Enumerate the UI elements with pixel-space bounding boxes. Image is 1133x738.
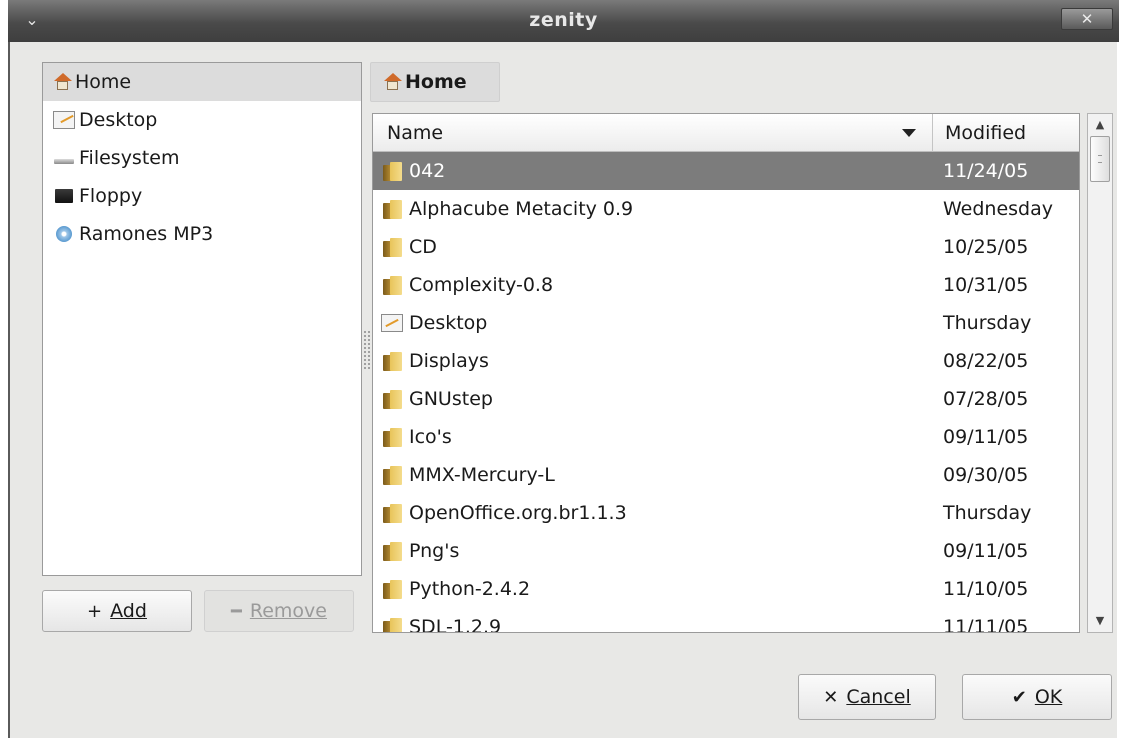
column-header-label: Name — [387, 121, 444, 144]
folder-icon — [381, 275, 403, 295]
checkmark-icon: ✔ — [1011, 686, 1027, 708]
file-name: Png's — [409, 540, 460, 562]
place-item-label: Ramones MP3 — [79, 223, 214, 245]
minus-icon: ━ — [231, 600, 242, 622]
desktop-icon — [381, 314, 403, 332]
file-row[interactable]: GNUstep 07/28/05 — [373, 380, 1079, 418]
plus-icon: + — [87, 600, 103, 622]
folder-icon — [381, 579, 403, 599]
title-bar[interactable]: ⌄ zenity ✕ — [8, 0, 1119, 42]
place-item-label: Floppy — [79, 185, 143, 207]
file-row[interactable]: SDL-1.2.9 11/11/05 — [373, 608, 1079, 633]
file-row[interactable]: Displays 08/22/05 — [373, 342, 1079, 380]
file-name: Ico's — [409, 426, 452, 448]
place-item-label: Home — [75, 71, 132, 93]
place-item-label: Filesystem — [79, 147, 180, 169]
column-header-modified[interactable]: Modified — [933, 114, 1079, 152]
file-name: Displays — [409, 350, 489, 372]
cancel-label: Cancel — [846, 686, 911, 708]
file-list-scrollbar[interactable]: ▲ ▼ — [1087, 113, 1113, 633]
file-name: GNUstep — [409, 388, 493, 410]
file-row[interactable]: Desktop Thursday — [373, 304, 1079, 342]
scroll-down-icon[interactable]: ▼ — [1088, 610, 1112, 632]
file-modified: Wednesday — [943, 198, 1054, 220]
file-modified: 07/28/05 — [943, 388, 1029, 410]
add-place-button[interactable]: + Add — [42, 590, 192, 632]
file-name: Python-2.4.2 — [409, 578, 531, 600]
file-name: 042 — [409, 160, 446, 182]
remove-label: Remove — [249, 600, 327, 622]
file-modified: Thursday — [943, 312, 1032, 334]
folder-icon — [381, 541, 403, 561]
file-modified: 09/30/05 — [943, 464, 1029, 486]
file-name: Complexity-0.8 — [409, 274, 554, 296]
sort-descending-icon — [902, 129, 916, 137]
file-modified: 11/24/05 — [943, 160, 1029, 182]
file-chooser-dialog: ⌄ zenity ✕ Home Desktop Filesystem Flopp… — [8, 0, 1119, 738]
file-name: MMX-Mercury-L — [409, 464, 555, 486]
file-row[interactable]: Complexity-0.8 10/31/05 — [373, 266, 1079, 304]
column-header-label: Modified — [945, 121, 1027, 144]
cdrom-icon — [53, 225, 75, 243]
file-row[interactable]: Alphacube Metacity 0.9 Wednesday — [373, 190, 1079, 228]
place-item-home[interactable]: Home — [43, 63, 361, 101]
place-item-filesystem[interactable]: Filesystem — [43, 139, 361, 177]
path-button-home[interactable]: Home — [370, 62, 500, 102]
file-modified: 09/11/05 — [943, 426, 1029, 448]
floppy-icon — [53, 187, 75, 205]
file-modified: 10/25/05 — [943, 236, 1029, 258]
place-item-ramones-mp3[interactable]: Ramones MP3 — [43, 215, 361, 253]
file-row[interactable]: OpenOffice.org.br1.1.3 Thursday — [373, 494, 1079, 532]
file-name: SDL-1.2.9 — [409, 616, 502, 633]
scrollbar-thumb[interactable] — [1090, 136, 1110, 182]
path-button-label: Home — [405, 71, 467, 93]
cancel-button[interactable]: ✕ Cancel — [798, 674, 936, 720]
file-modified: 11/11/05 — [943, 616, 1029, 633]
column-header-name[interactable]: Name — [373, 114, 933, 152]
file-row[interactable]: MMX-Mercury-L 09/30/05 — [373, 456, 1079, 494]
file-row[interactable]: Python-2.4.2 11/10/05 — [373, 570, 1079, 608]
file-row[interactable]: Ico's 09/11/05 — [373, 418, 1079, 456]
file-modified: 11/10/05 — [943, 578, 1029, 600]
close-icon[interactable]: ✕ — [1061, 8, 1113, 30]
place-item-floppy[interactable]: Floppy — [43, 177, 361, 215]
file-modified: 09/11/05 — [943, 540, 1029, 562]
ok-label: OK — [1034, 686, 1063, 708]
folder-icon — [381, 161, 403, 181]
desktop-icon — [53, 111, 75, 129]
remove-place-button[interactable]: ━ Remove — [204, 590, 354, 632]
folder-icon — [381, 503, 403, 523]
window-title: zenity — [529, 9, 598, 31]
file-row[interactable]: CD 10/25/05 — [373, 228, 1079, 266]
file-name: Alphacube Metacity 0.9 — [409, 198, 634, 220]
folder-icon — [381, 617, 403, 632]
file-name: OpenOffice.org.br1.1.3 — [409, 502, 627, 524]
file-modified: 10/31/05 — [943, 274, 1029, 296]
place-item-desktop[interactable]: Desktop — [43, 101, 361, 139]
ok-button[interactable]: ✔ OK — [962, 674, 1112, 720]
folder-icon — [381, 427, 403, 447]
file-modified: 08/22/05 — [943, 350, 1029, 372]
folder-icon — [381, 237, 403, 257]
folder-icon — [381, 389, 403, 409]
file-modified: Thursday — [943, 502, 1032, 524]
file-rows: 042 11/24/05 Alphacube Metacity 0.9 Wedn… — [373, 152, 1079, 633]
file-list: Name Modified 042 11/24/05 Alphacube Met… — [372, 113, 1080, 633]
scroll-up-icon[interactable]: ▲ — [1088, 114, 1112, 136]
filesystem-icon — [53, 149, 75, 167]
places-sidebar: Home Desktop Filesystem Floppy Ramones M… — [42, 62, 362, 576]
home-icon — [383, 73, 403, 91]
folder-icon — [381, 199, 403, 219]
pane-resize-grip[interactable] — [363, 330, 371, 370]
file-row[interactable]: Png's 09/11/05 — [373, 532, 1079, 570]
add-label: Add — [110, 600, 147, 622]
file-name: Desktop — [409, 312, 488, 334]
home-icon — [53, 73, 73, 91]
cancel-icon: ✕ — [823, 686, 839, 708]
place-item-label: Desktop — [79, 109, 158, 131]
folder-icon — [381, 351, 403, 371]
file-row[interactable]: 042 11/24/05 — [373, 152, 1079, 190]
file-name: CD — [409, 236, 437, 258]
folder-icon — [381, 465, 403, 485]
